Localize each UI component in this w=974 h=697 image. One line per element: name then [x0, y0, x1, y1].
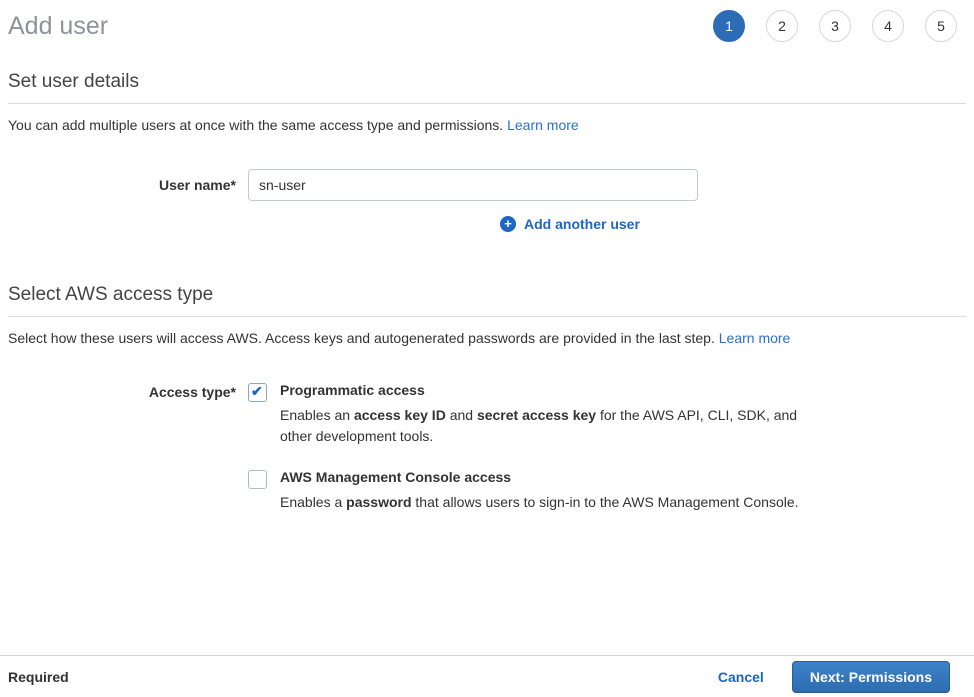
step-2-indicator: 2	[766, 10, 798, 42]
set-user-details-heading: Set user details	[8, 71, 966, 104]
page-title: Add user	[8, 11, 108, 41]
console-access-texts: AWS Management Console access Enables a …	[280, 469, 799, 513]
add-another-user-button[interactable]: + Add another user	[500, 216, 698, 232]
next-permissions-button[interactable]: Next: Permissions	[792, 661, 950, 693]
add-another-user-label[interactable]: Add another user	[524, 216, 640, 232]
console-access-title: AWS Management Console access	[280, 469, 799, 485]
main-content: Set user details You can add multiple us…	[0, 71, 974, 513]
step-4-indicator: 4	[872, 10, 904, 42]
description-text: Select how these users will access AWS. …	[8, 330, 719, 346]
desc-text: and	[446, 407, 477, 423]
desc-text: that allows users to sign-in to the AWS …	[412, 494, 799, 510]
select-access-type-section: Select AWS access type Select how these …	[8, 284, 966, 513]
learn-more-link-user-details[interactable]: Learn more	[507, 117, 579, 133]
required-label: Required	[8, 669, 69, 685]
access-type-row: Access type* Programmatic access Enables…	[8, 382, 966, 513]
access-type-label: Access type*	[8, 382, 248, 400]
step-5-indicator: 5	[925, 10, 957, 42]
programmatic-access-option: Programmatic access Enables an access ke…	[248, 382, 808, 447]
programmatic-access-checkbox[interactable]	[248, 383, 267, 402]
console-access-description: Enables a password that allows users to …	[280, 492, 799, 513]
desc-bold: access key ID	[354, 407, 446, 423]
plus-circle-icon: +	[500, 216, 516, 232]
console-access-option: AWS Management Console access Enables a …	[248, 469, 808, 513]
description-text: You can add multiple users at once with …	[8, 117, 507, 133]
access-type-options: Programmatic access Enables an access ke…	[248, 382, 808, 513]
set-user-details-section: Set user details You can add multiple us…	[8, 71, 966, 232]
wizard-step-indicator: 1 2 3 4 5	[713, 10, 957, 42]
programmatic-access-description: Enables an access key ID and secret acce…	[280, 405, 808, 447]
user-name-label: User name*	[8, 169, 248, 193]
user-name-row: User name* + Add another user	[8, 169, 966, 232]
learn-more-link-access-type[interactable]: Learn more	[719, 330, 791, 346]
cancel-button[interactable]: Cancel	[718, 669, 764, 685]
desc-bold: password	[346, 494, 411, 510]
programmatic-access-texts: Programmatic access Enables an access ke…	[280, 382, 808, 447]
select-access-type-heading: Select AWS access type	[8, 284, 966, 317]
user-name-field-wrap: + Add another user	[248, 169, 698, 232]
wizard-footer: Required Cancel Next: Permissions	[0, 655, 974, 697]
console-access-checkbox[interactable]	[248, 470, 267, 489]
step-3-indicator: 3	[819, 10, 851, 42]
step-1-indicator: 1	[713, 10, 745, 42]
set-user-details-description: You can add multiple users at once with …	[8, 117, 966, 133]
footer-actions: Cancel Next: Permissions	[718, 661, 950, 693]
user-name-input[interactable]	[248, 169, 698, 201]
desc-bold: secret access key	[477, 407, 596, 423]
desc-text: Enables an	[280, 407, 354, 423]
desc-text: Enables a	[280, 494, 346, 510]
select-access-type-description: Select how these users will access AWS. …	[8, 330, 966, 346]
page-header: Add user 1 2 3 4 5	[0, 0, 974, 42]
programmatic-access-title: Programmatic access	[280, 382, 808, 398]
